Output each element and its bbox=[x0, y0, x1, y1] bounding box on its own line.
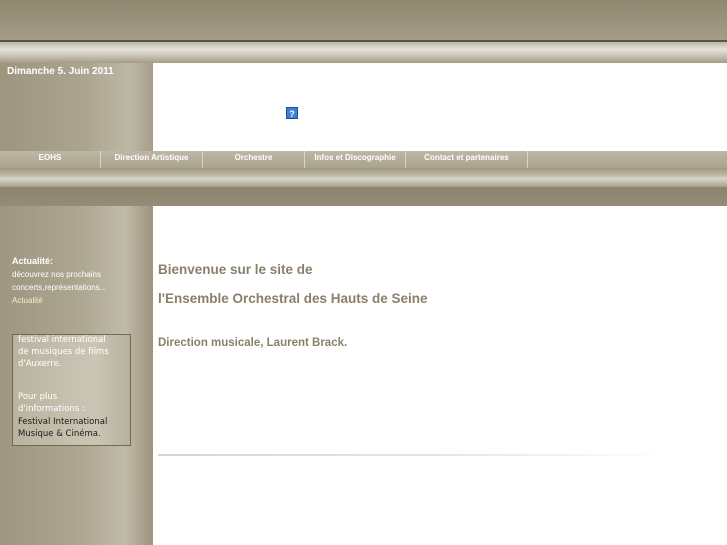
content-divider bbox=[158, 454, 670, 456]
news-box: festival international de musiques de fi… bbox=[12, 334, 131, 446]
welcome-heading: Bienvenue sur le site de bbox=[158, 262, 313, 277]
broken-image-icon: ? bbox=[286, 107, 298, 119]
main-navigation: EOHS Direction Artistique Orchestre Info… bbox=[0, 151, 727, 168]
nav-dark-band bbox=[0, 187, 727, 206]
nav-item-contact-partenaires[interactable]: Contact et partenaires bbox=[406, 151, 528, 168]
main-content bbox=[153, 206, 727, 545]
news-link[interactable]: Actualité bbox=[12, 296, 43, 305]
nav-item-orchestre[interactable]: Orchestre bbox=[203, 151, 305, 168]
news-box-line: d'Auxerre. bbox=[18, 359, 62, 369]
festival-link[interactable]: Festival International bbox=[18, 417, 107, 427]
top-band bbox=[0, 0, 727, 41]
stripe-band bbox=[0, 42, 727, 63]
news-heading: Actualité: bbox=[12, 256, 54, 266]
nav-item-eohs[interactable]: EOHS bbox=[0, 151, 101, 168]
current-date: Dimanche 5. Juin 2011 bbox=[7, 66, 114, 77]
direction-text: Direction musicale, Laurent Brack. bbox=[158, 337, 348, 349]
banner-area bbox=[153, 63, 727, 151]
nav-lower-band bbox=[0, 168, 727, 187]
news-teaser-line-2: concerts,représentations... bbox=[12, 283, 107, 292]
festival-link[interactable]: Musique & Cinéma. bbox=[18, 429, 101, 439]
news-box-line: de musiques de films bbox=[18, 347, 109, 357]
news-box-line: d'informations : bbox=[18, 404, 85, 414]
news-box-line: Pour plus bbox=[18, 392, 58, 402]
news-teaser-line-1: découvrez nos prochains bbox=[12, 270, 101, 279]
ensemble-heading: l'Ensemble Orchestral des Hauts de Seine bbox=[158, 291, 428, 306]
news-box-line: festival international bbox=[18, 335, 106, 345]
nav-item-direction-artistique[interactable]: Direction Artistique bbox=[101, 151, 203, 168]
nav-item-infos-discographie[interactable]: Infos et Discographie bbox=[305, 151, 406, 168]
